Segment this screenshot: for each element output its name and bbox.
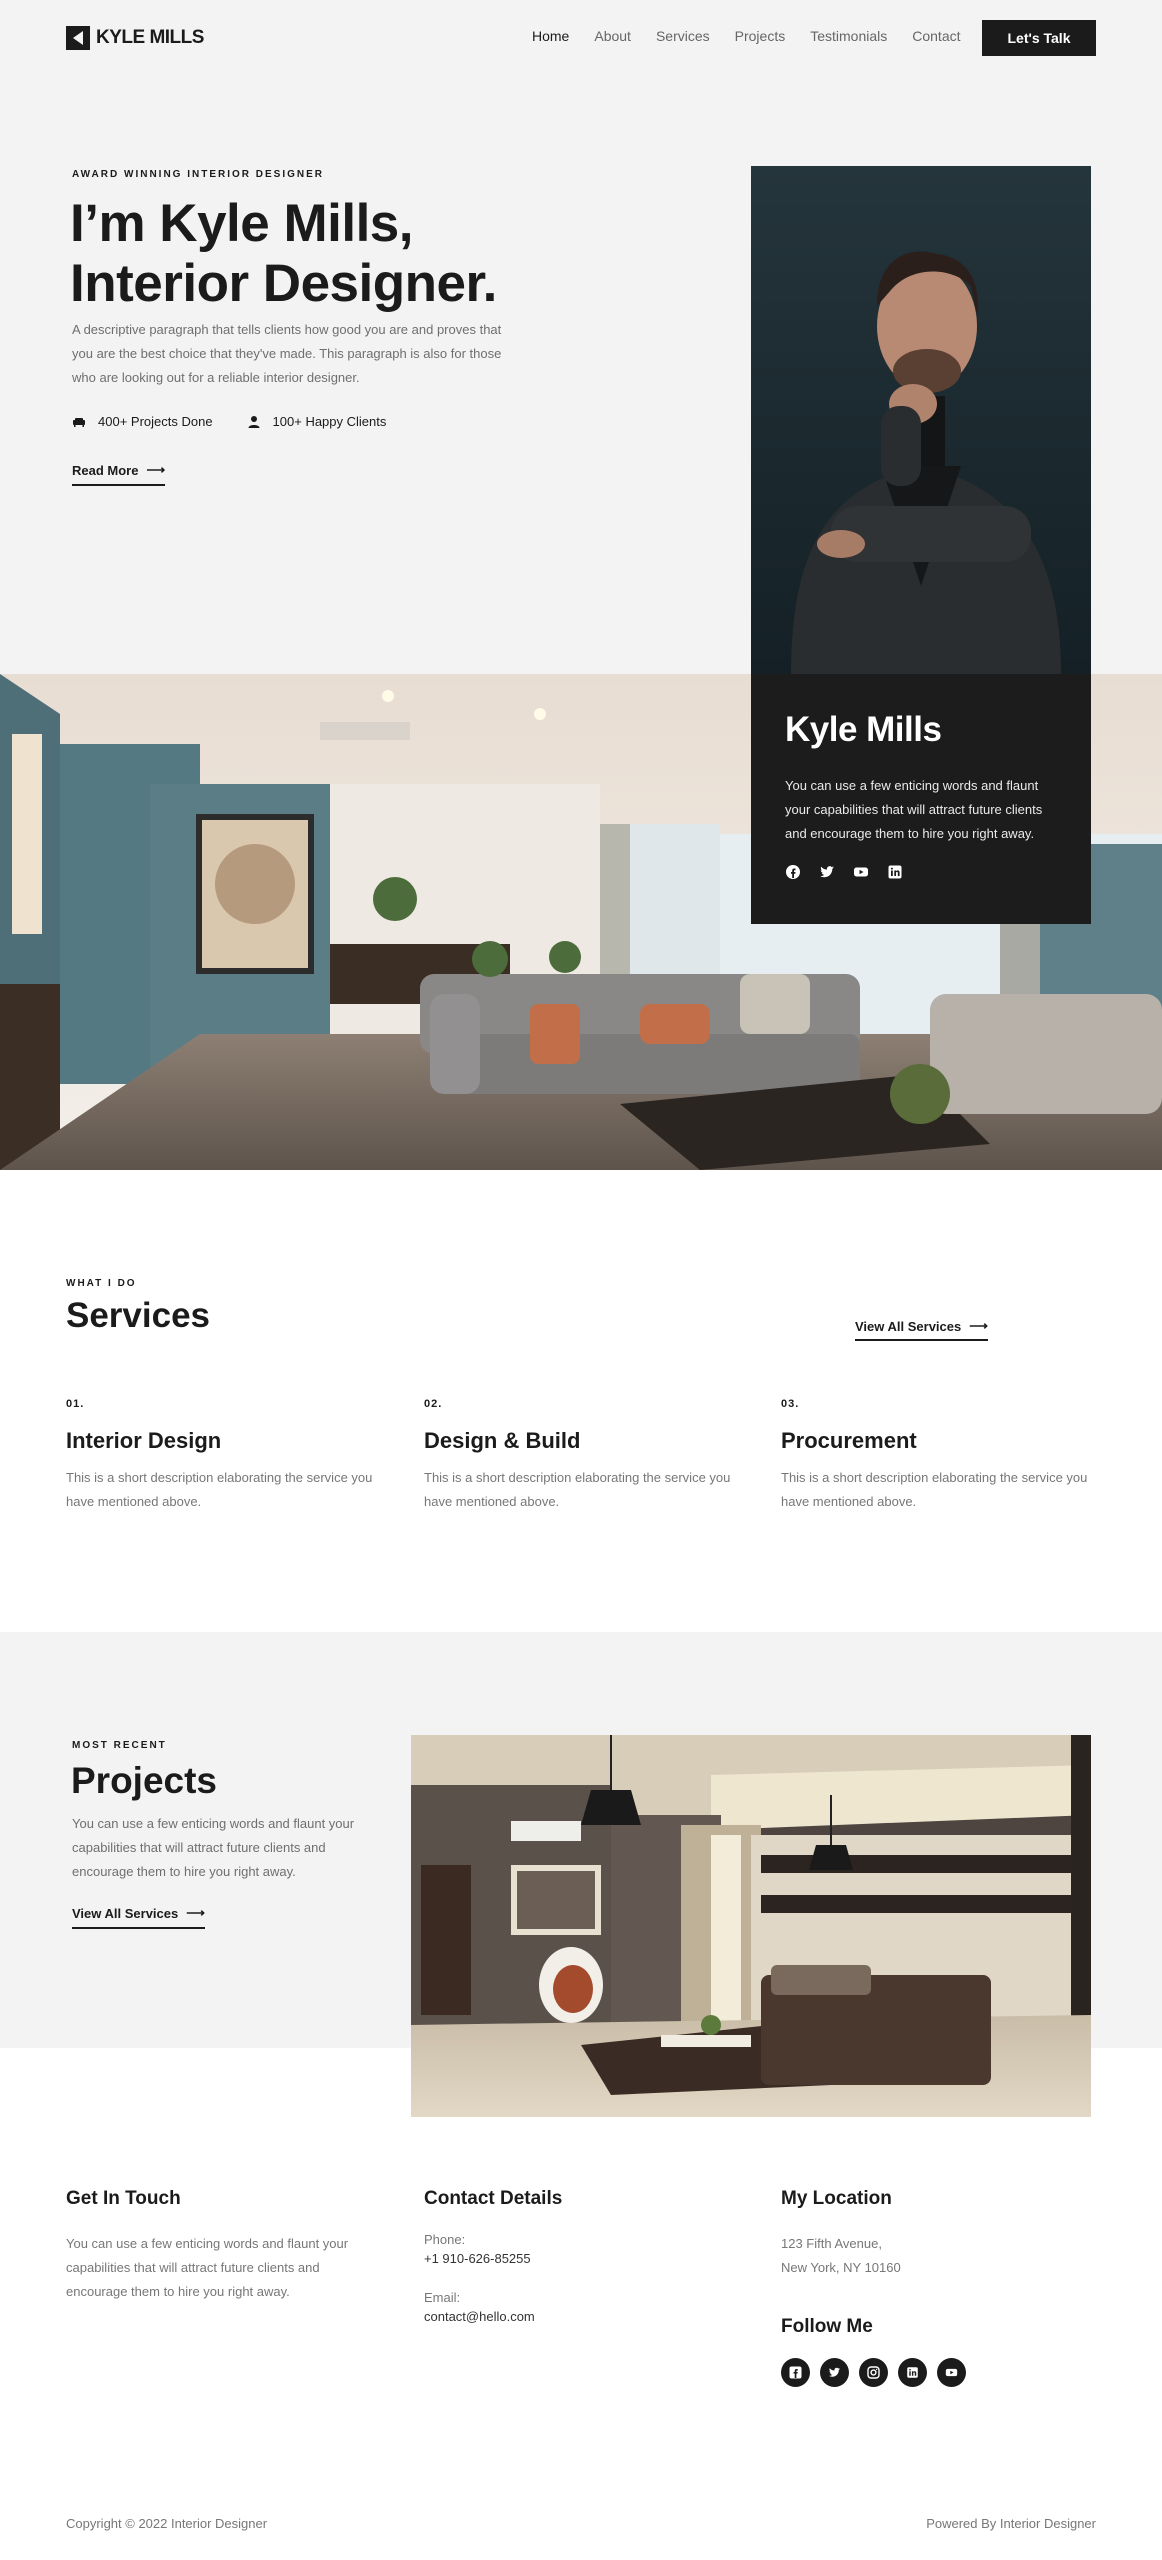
location-title: My Location bbox=[781, 2188, 892, 2209]
facebook-icon[interactable] bbox=[781, 2358, 810, 2387]
user-icon bbox=[248, 415, 260, 428]
footer-socials bbox=[781, 2358, 966, 2387]
projects-description: You can use a few enticing words and fla… bbox=[72, 1816, 355, 1879]
site-logo[interactable]: KYLE MILLS bbox=[66, 26, 204, 50]
powered-by-text: Powered By Interior Designer bbox=[926, 2516, 1096, 2531]
get-in-touch-text: You can use a few enticing words and fla… bbox=[66, 2236, 349, 2299]
instagram-icon[interactable] bbox=[859, 2358, 888, 2387]
nav-about[interactable]: About bbox=[594, 28, 631, 48]
service-number: 02. bbox=[424, 1398, 443, 1410]
service-title: Interior Design bbox=[66, 1428, 222, 1453]
hero-title: I’m Kyle Mills, Interior Designer. bbox=[70, 194, 590, 314]
logo-text: KYLE MILLS bbox=[96, 27, 204, 48]
service-text: This is a short description elaborating … bbox=[424, 1470, 731, 1509]
arrow-right-icon: ⟶ bbox=[969, 1318, 988, 1333]
nav-services[interactable]: Services bbox=[656, 28, 710, 48]
hero-title-line1: I’m Kyle Mills, bbox=[70, 194, 414, 253]
service-number: 01. bbox=[66, 1398, 85, 1410]
designer-portrait bbox=[751, 166, 1091, 674]
projects-view-all-link[interactable]: View All Services ⟶ bbox=[72, 1905, 205, 1929]
stat-clients: 100+ Happy Clients bbox=[247, 414, 387, 429]
read-more-label: Read More bbox=[72, 462, 139, 478]
linkedin-icon[interactable] bbox=[898, 2358, 927, 2387]
projects-title: Projects bbox=[71, 1760, 218, 1801]
address-line1: 123 Fifth Avenue, bbox=[781, 2236, 882, 2251]
view-all-services-link[interactable]: View All Services ⟶ bbox=[855, 1318, 988, 1341]
service-card: 01. Interior Design This is a short desc… bbox=[66, 1398, 386, 1514]
service-text: This is a short description elaborating … bbox=[781, 1470, 1088, 1509]
arrow-right-icon: ⟶ bbox=[186, 1905, 205, 1920]
linkedin-icon[interactable] bbox=[887, 864, 903, 880]
main-nav: Home About Services Projects Testimonial… bbox=[532, 28, 961, 48]
facebook-icon[interactable] bbox=[785, 864, 801, 880]
twitter-icon[interactable] bbox=[820, 2358, 849, 2387]
project-room-illustration bbox=[411, 1735, 1091, 2117]
get-in-touch-title: Get In Touch bbox=[66, 2188, 181, 2209]
service-title: Design & Build bbox=[424, 1428, 581, 1453]
hero-title-line2: Interior Designer. bbox=[70, 254, 497, 313]
contact-details-column: Contact Details Phone: +1 910-626-85255 … bbox=[424, 2188, 562, 2324]
stat-projects-label: 400+ Projects Done bbox=[98, 414, 213, 429]
phone-value[interactable]: +1 910-626-85255 bbox=[424, 2251, 562, 2266]
project-photo[interactable] bbox=[411, 1735, 1091, 2117]
lets-talk-button[interactable]: Let's Talk bbox=[982, 20, 1096, 56]
email-value[interactable]: contact@hello.com bbox=[424, 2309, 562, 2324]
contact-details-title: Contact Details bbox=[424, 2188, 563, 2209]
nav-home[interactable]: Home bbox=[532, 28, 569, 48]
hero-eyebrow: AWARD WINNING INTERIOR DESIGNER bbox=[72, 169, 325, 180]
twitter-icon[interactable] bbox=[819, 864, 835, 880]
service-card: 02. Design & Build This is a short descr… bbox=[424, 1398, 744, 1514]
email-label: Email: bbox=[424, 2290, 461, 2305]
view-all-services-label: View All Services bbox=[855, 1318, 962, 1334]
profile-socials bbox=[785, 864, 1057, 880]
nav-contact[interactable]: Contact bbox=[912, 28, 960, 48]
service-title: Procurement bbox=[781, 1428, 917, 1453]
location-column: My Location 123 Fifth Avenue, New York, … bbox=[781, 2188, 901, 2280]
projects-eyebrow: MOST RECENT bbox=[72, 1740, 167, 1751]
nav-projects[interactable]: Projects bbox=[735, 28, 786, 48]
address-line2: New York, NY 10160 bbox=[781, 2260, 901, 2275]
copyright-text: Copyright © 2022 Interior Designer bbox=[66, 2516, 268, 2531]
stat-projects: 400+ Projects Done bbox=[72, 414, 213, 429]
profile-card: Kyle Mills You can use a few enticing wo… bbox=[751, 674, 1091, 924]
phone-label: Phone: bbox=[424, 2232, 466, 2247]
read-more-link[interactable]: Read More ⟶ bbox=[72, 462, 166, 486]
sofa-icon bbox=[73, 417, 85, 427]
hero-stats: 400+ Projects Done 100+ Happy Clients bbox=[72, 414, 386, 429]
service-card: 03. Procurement This is a short descript… bbox=[781, 1398, 1101, 1514]
service-number: 03. bbox=[781, 1398, 800, 1410]
youtube-icon[interactable] bbox=[937, 2358, 966, 2387]
logo-mark-icon bbox=[66, 26, 90, 50]
service-text: This is a short description elaborating … bbox=[66, 1470, 373, 1509]
hero-description: A descriptive paragraph that tells clien… bbox=[72, 322, 502, 385]
follow-me-title: Follow Me bbox=[781, 2316, 873, 2337]
profile-text: You can use a few enticing words and fla… bbox=[785, 778, 1043, 841]
services-eyebrow: WHAT I DO bbox=[66, 1278, 137, 1289]
get-in-touch-column: Get In Touch You can use a few enticing … bbox=[66, 2188, 386, 2304]
portrait-illustration bbox=[751, 166, 1091, 674]
profile-name: Kyle Mills bbox=[785, 710, 942, 749]
services-title: Services bbox=[66, 1296, 211, 1335]
arrow-right-icon: ⟶ bbox=[146, 462, 166, 477]
youtube-icon[interactable] bbox=[853, 864, 869, 880]
nav-testimonials[interactable]: Testimonials bbox=[810, 28, 887, 48]
projects-view-all-label: View All Services bbox=[72, 1905, 179, 1921]
stat-clients-label: 100+ Happy Clients bbox=[272, 414, 387, 429]
